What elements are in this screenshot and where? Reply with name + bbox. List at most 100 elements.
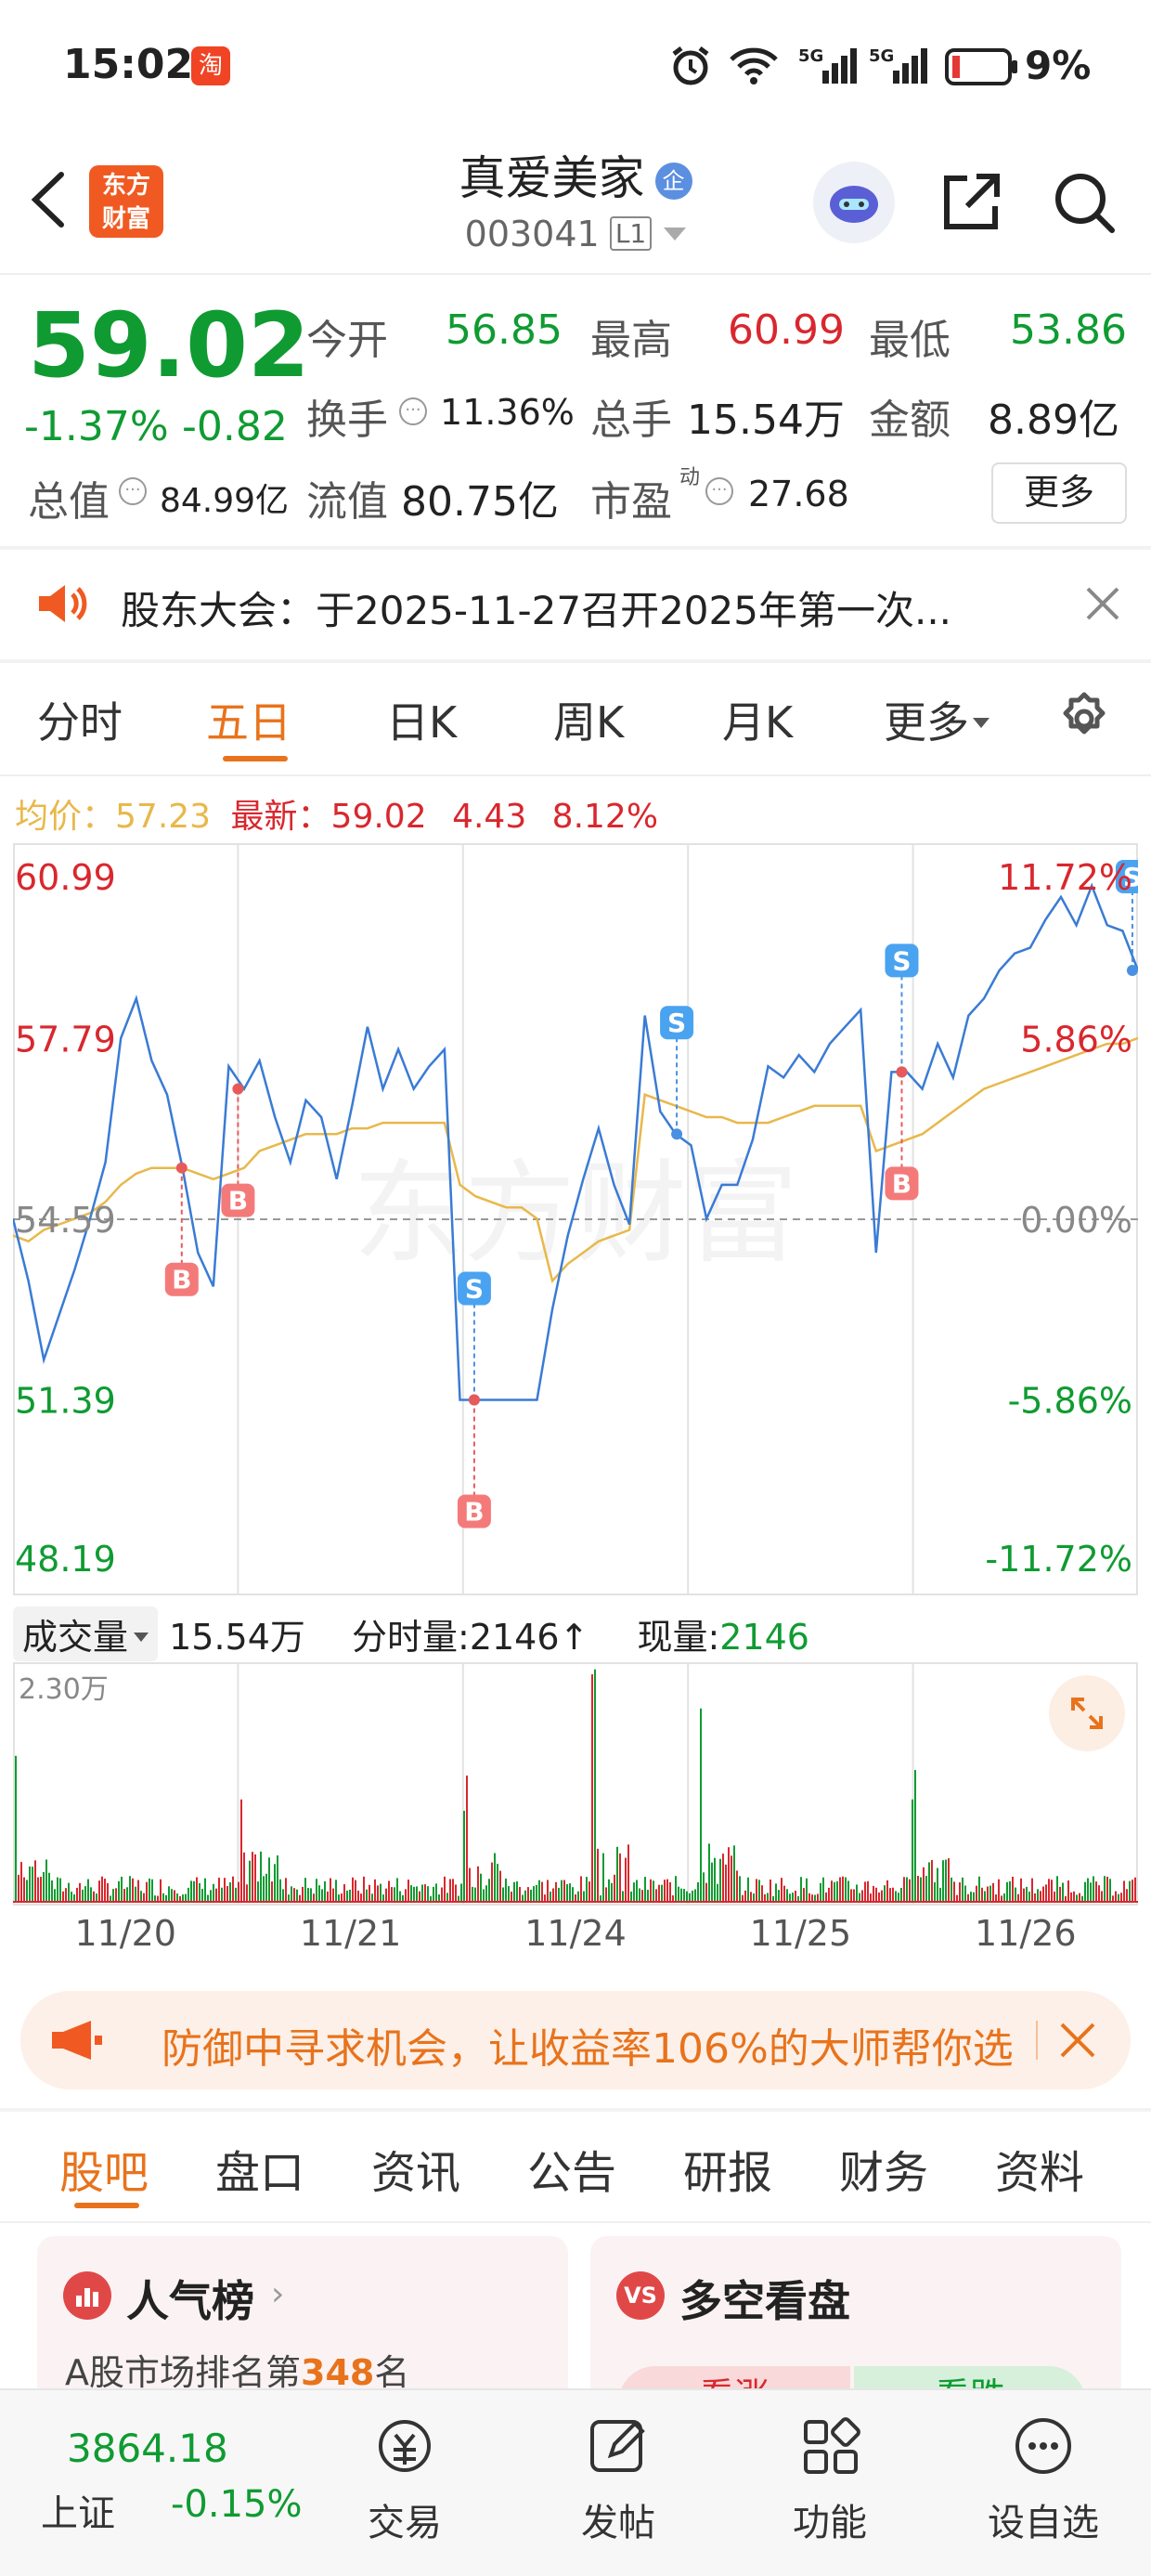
volume-bar [1070, 1892, 1072, 1902]
volume-bar [288, 1894, 290, 1902]
tab-monthly-k[interactable]: 月K [722, 689, 793, 750]
index-value[interactable]: 3864.18 [67, 2426, 228, 2471]
tab-weekly-k[interactable]: 周K [553, 689, 624, 750]
volume-bar [238, 1881, 239, 1902]
volume-bar [101, 1876, 103, 1902]
volume-bar [714, 1857, 716, 1902]
index-change[interactable]: -0.15% [171, 2483, 303, 2526]
volume-bar [778, 1890, 780, 1902]
tab-announcements[interactable]: 公告 [527, 2136, 616, 2201]
rank-suffix: 名 [374, 2352, 410, 2393]
volume-bar [931, 1859, 933, 1902]
robot-assistant-icon[interactable] [813, 162, 895, 243]
latest-change: 4.43 [452, 798, 527, 836]
volume-bar [1042, 1886, 1044, 1902]
volume-bar [937, 1867, 938, 1902]
volume-bar [998, 1879, 1000, 1902]
volume-bar [466, 1776, 468, 1902]
nav-functions[interactable]: 功能 [756, 2492, 904, 2546]
volume-value: 15.54万 [687, 397, 845, 444]
turnover-value: 11.36% [440, 392, 575, 433]
volume-bar [168, 1886, 170, 1902]
tab-five-day[interactable]: 五日 [206, 689, 291, 750]
apps-grid-icon[interactable] [795, 2411, 865, 2485]
volume-bar [316, 1879, 317, 1902]
more-button[interactable]: 更多 [991, 462, 1127, 524]
tab-daily-k[interactable]: 日K [386, 689, 457, 750]
rank-prefix: A股市场排名第 [65, 2352, 301, 2393]
volume-bar [263, 1876, 265, 1902]
y-label-left: 51.39 [15, 1381, 116, 1422]
close-icon[interactable] [1084, 585, 1121, 626]
volume-bar [836, 1880, 838, 1902]
volume-bar [341, 1893, 343, 1902]
volume-bar [736, 1870, 738, 1902]
volume-bar [207, 1894, 209, 1902]
ad-banner[interactable]: 防御中寻求机会，让收益率106%的大师帮你选 [20, 1991, 1131, 2089]
nav-post[interactable]: 发帖 [544, 2492, 692, 2546]
volume-bar [118, 1880, 120, 1902]
volume-bar [912, 1799, 913, 1902]
divider [0, 2221, 1151, 2223]
date-label: 11/21 [299, 1913, 402, 1954]
volume-bar [132, 1878, 134, 1902]
tab-guba[interactable]: 股吧 [59, 2136, 149, 2201]
volume-bar [232, 1876, 234, 1902]
volume-bar [1079, 1893, 1080, 1902]
tab-intraday[interactable]: 分时 [37, 689, 123, 750]
volume-bar [90, 1887, 92, 1902]
share-icon[interactable] [936, 167, 1006, 241]
index-name[interactable]: 上证 [41, 2483, 115, 2537]
trade-icon[interactable] [369, 2411, 440, 2485]
tab-news[interactable]: 资讯 [371, 2136, 460, 2201]
tab-research[interactable]: 研报 [683, 2136, 772, 2201]
chevron-down-icon [664, 228, 687, 241]
volume-bar [416, 1886, 418, 1902]
expand-icon[interactable] [1049, 1675, 1125, 1751]
trade-mark-dot [896, 1066, 908, 1078]
vs-icon: VS [616, 2271, 665, 2320]
volume-bar [327, 1891, 329, 1902]
volume-bar [1048, 1879, 1050, 1902]
volume-bar [405, 1889, 407, 1902]
volume-chart[interactable] [13, 1662, 1138, 1906]
volume-bar [850, 1889, 852, 1902]
current-volume: 2146 [719, 1617, 809, 1658]
volume-bar [174, 1890, 175, 1902]
search-icon[interactable] [1049, 167, 1119, 241]
volume-bar [246, 1884, 248, 1902]
close-icon[interactable] [1058, 2021, 1097, 2063]
volume-bar [1093, 1876, 1094, 1902]
volume-bar [204, 1878, 206, 1902]
tab-finance[interactable]: 财务 [839, 2136, 928, 2201]
trade-mark-dot [468, 1394, 480, 1406]
volume-bar [15, 1755, 17, 1902]
tab-profile[interactable]: 资料 [995, 2136, 1084, 2201]
settings-gear-icon[interactable] [1054, 689, 1114, 752]
volume-bar [310, 1888, 312, 1902]
volume-bar [566, 1884, 568, 1902]
volume-bar [385, 1888, 387, 1902]
volume-bar [886, 1880, 888, 1902]
nav-add-watchlist[interactable]: 设自选 [969, 2492, 1118, 2546]
battery-icon [945, 48, 1019, 89]
volume-bar [313, 1893, 315, 1902]
volume-bar [477, 1866, 479, 1902]
info-icon: ··· [119, 477, 147, 505]
volume-bar [491, 1862, 493, 1902]
volume-bar [644, 1877, 646, 1902]
volume-bar [945, 1859, 947, 1902]
tab-pankou[interactable]: 盘口 [215, 2136, 304, 2201]
volume-bar [226, 1886, 228, 1902]
y-label-left: 60.99 [15, 857, 116, 898]
more-dots-icon[interactable] [1008, 2411, 1079, 2485]
nav-trade[interactable]: 交易 [330, 2492, 479, 2546]
volume-bar [357, 1890, 359, 1902]
price-chart[interactable]: 东方财富 BBSBSSBS 60.99 11.72%57.79 5.86%54.59… [13, 843, 1138, 1595]
volume-bar [137, 1880, 139, 1902]
volume-selector[interactable]: 成交量 [13, 1607, 159, 1661]
volume-bar [992, 1882, 994, 1902]
edit-post-icon[interactable] [583, 2411, 653, 2485]
tab-more[interactable]: 更多 [884, 689, 989, 750]
notice-text[interactable]: 股东大会：于2025-11-27召开2025年第一次... [121, 579, 951, 636]
